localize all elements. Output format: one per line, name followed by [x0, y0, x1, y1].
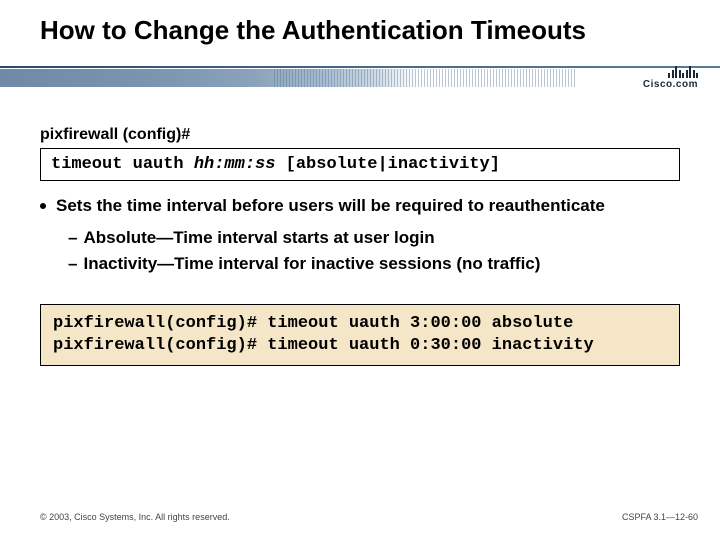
bullet-dot-icon	[40, 203, 46, 209]
footer: © 2003, Cisco Systems, Inc. All rights r…	[40, 512, 698, 522]
example-line: pixfirewall(config)# timeout uauth 3:00:…	[53, 313, 667, 335]
cisco-logo-text: Cisco.com	[643, 79, 698, 90]
header-band: Cisco.com	[0, 62, 720, 98]
syntax-tail: [absolute|inactivity]	[275, 155, 499, 174]
footer-pageref: CSPFA 3.1—12-60	[622, 512, 698, 522]
band-stripes	[274, 69, 576, 87]
dash-icon: –	[68, 228, 77, 247]
slide: How to Change the Authentication Timeout…	[0, 0, 720, 540]
sub-bullet-item: –Absolute—Time interval starts at user l…	[68, 225, 680, 251]
sub-bullet-text: Inactivity—Time interval for inactive se…	[83, 254, 540, 273]
command-syntax-box: timeout uauth hh:mm:ss [absolute|inactiv…	[40, 148, 680, 181]
content-area: pixfirewall (config)# timeout uauth hh:m…	[0, 98, 720, 278]
slide-title: How to Change the Authentication Timeout…	[0, 0, 720, 56]
band-top-line	[0, 66, 720, 68]
bullet-text: Sets the time interval before users will…	[56, 195, 605, 217]
dash-icon: –	[68, 254, 77, 273]
syntax-args-italic: hh:mm:ss	[194, 155, 276, 174]
example-code-box: pixfirewall(config)# timeout uauth 3:00:…	[40, 304, 680, 366]
config-prompt-label: pixfirewall (config)#	[40, 126, 680, 144]
sub-bullet-item: –Inactivity—Time interval for inactive s…	[68, 251, 680, 277]
cisco-logo: Cisco.com	[643, 64, 698, 90]
example-line: pixfirewall(config)# timeout uauth 0:30:…	[53, 335, 667, 357]
syntax-command: timeout uauth	[51, 155, 194, 174]
footer-copyright: © 2003, Cisco Systems, Inc. All rights r…	[40, 512, 230, 522]
bullet-item: Sets the time interval before users will…	[40, 195, 680, 217]
cisco-bars-icon	[643, 64, 698, 78]
sub-bullet-text: Absolute—Time interval starts at user lo…	[83, 228, 434, 247]
